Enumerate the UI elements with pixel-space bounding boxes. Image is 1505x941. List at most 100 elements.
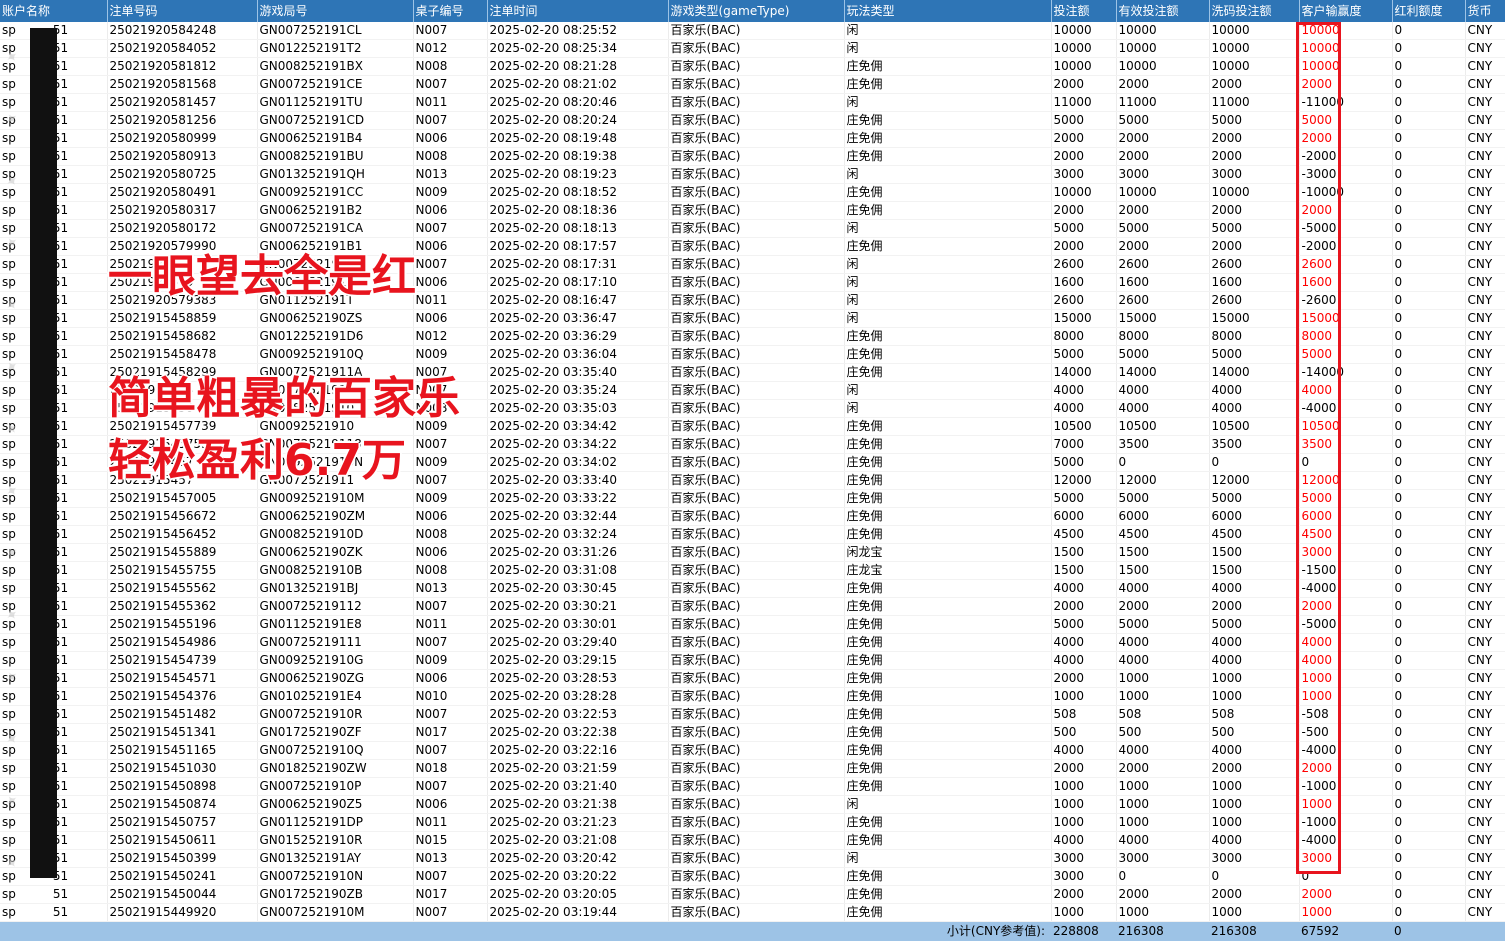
table-row[interactable]: sp5125021920581457GN011252191TUN0112025-… xyxy=(0,94,1505,112)
cell-table: N018 xyxy=(413,760,487,778)
cell-bet: 2000 xyxy=(1051,670,1116,688)
table-row[interactable]: sp5125021915450874GN006252190Z5N0062025-… xyxy=(0,796,1505,814)
table-row[interactable]: sp5125021915454376GN010252191E4N0102025-… xyxy=(0,688,1505,706)
cell-valid-bet: 14000 xyxy=(1116,364,1209,382)
table-row[interactable]: sp5125021915458859GN006252190ZSN0062025-… xyxy=(0,310,1505,328)
table-row[interactable]: sp5125021915456452GN0082521910DN0082025-… xyxy=(0,526,1505,544)
col-account[interactable]: 账户名称 xyxy=(0,0,107,22)
cell-play-type: 庄免佣 xyxy=(844,346,1051,364)
table-row[interactable]: sp5125021920580491GN009252191CCN0092025-… xyxy=(0,184,1505,202)
cell-bet: 14000 xyxy=(1051,364,1116,382)
table-row[interactable]: sp5125021920581256GN007252191CDN0072025-… xyxy=(0,112,1505,130)
cell-bet-no: 25021920584248 xyxy=(107,22,257,40)
cell-currency: CNY xyxy=(1465,796,1505,814)
cell-wash-bet: 0 xyxy=(1209,868,1299,886)
table-row[interactable]: sp5125021915458478GN0092521910QN0092025-… xyxy=(0,346,1505,364)
cell-round: GN012252191T2 xyxy=(257,40,413,58)
cell-game-type: 百家乐(BAC) xyxy=(668,76,844,94)
cell-bet: 11000 xyxy=(1051,94,1116,112)
table-row[interactable]: sp5125021915456672GN006252190ZMN0062025-… xyxy=(0,508,1505,526)
cell-currency: CNY xyxy=(1465,238,1505,256)
col-time[interactable]: 注单时间 xyxy=(487,0,668,22)
table-row[interactable]: sp5125021915450898GN0072521910PN0072025-… xyxy=(0,778,1505,796)
cell-table: N007 xyxy=(413,706,487,724)
table-row[interactable]: sp5125021915449920GN0072521910MN0072025-… xyxy=(0,904,1505,922)
cell-bonus: 0 xyxy=(1392,724,1465,742)
cell-currency: CNY xyxy=(1465,580,1505,598)
cell-valid-bet: 5000 xyxy=(1116,346,1209,364)
table-row[interactable]: sp5125021915451165GN0072521910QN0072025-… xyxy=(0,742,1505,760)
cell-game-type: 百家乐(BAC) xyxy=(668,202,844,220)
table-row[interactable]: sp5125021915450757GN011252191DPN0112025-… xyxy=(0,814,1505,832)
cell-table: N007 xyxy=(413,778,487,796)
cell-bonus: 0 xyxy=(1392,382,1465,400)
table-row[interactable]: sp5125021915451341GN017252190ZFN0172025-… xyxy=(0,724,1505,742)
account-prefix: sp xyxy=(2,833,16,847)
col-valid-bet[interactable]: 有效投注额 xyxy=(1116,0,1209,22)
cell-game-type: 百家乐(BAC) xyxy=(668,94,844,112)
table-row[interactable]: sp5125021915454739GN0092521910GN0092025-… xyxy=(0,652,1505,670)
col-table[interactable]: 桌子编号 xyxy=(413,0,487,22)
cell-valid-bet: 1000 xyxy=(1116,670,1209,688)
cell-time: 2025-02-20 03:35:24 xyxy=(487,382,668,400)
account-prefix: sp xyxy=(2,203,16,217)
cell-currency: CNY xyxy=(1465,472,1505,490)
table-row[interactable]: sp5125021915450611GN0152521910RN0152025-… xyxy=(0,832,1505,850)
cell-time: 2025-02-20 08:19:48 xyxy=(487,130,668,148)
cell-valid-bet: 5000 xyxy=(1116,616,1209,634)
cell-time: 2025-02-20 03:36:29 xyxy=(487,328,668,346)
col-round[interactable]: 游戏局号 xyxy=(257,0,413,22)
col-bonus[interactable]: 红利额度 xyxy=(1392,0,1465,22)
table-row[interactable]: sp5125021915455362GN00725219112N0072025-… xyxy=(0,598,1505,616)
table-row[interactable]: sp5125021915458682GN012252191D6N0122025-… xyxy=(0,328,1505,346)
col-bet-no[interactable]: 注单号码 xyxy=(107,0,257,22)
cell-bonus: 0 xyxy=(1392,94,1465,112)
cell-table: N007 xyxy=(413,112,487,130)
cell-currency: CNY xyxy=(1465,40,1505,58)
table-row[interactable]: sp5125021915455755GN0082521910BN0082025-… xyxy=(0,562,1505,580)
cell-table: N007 xyxy=(413,220,487,238)
table-row[interactable]: sp5125021915450241GN0072521910NN0072025-… xyxy=(0,868,1505,886)
cell-table: N007 xyxy=(413,22,487,40)
table-row[interactable]: sp5125021920581568GN007252191CEN0072025-… xyxy=(0,76,1505,94)
table-row[interactable]: sp5125021915455889GN006252190ZKN0062025-… xyxy=(0,544,1505,562)
cell-bonus: 0 xyxy=(1392,220,1465,238)
table-row[interactable]: sp5125021920580913GN008252191BUN0082025-… xyxy=(0,148,1505,166)
table-row[interactable]: sp5125021915454986GN00725219111N0072025-… xyxy=(0,634,1505,652)
cell-play-type: 庄免佣 xyxy=(844,742,1051,760)
cell-valid-bet: 10000 xyxy=(1116,58,1209,76)
cell-round: GN007252191CA xyxy=(257,220,413,238)
cell-bonus: 0 xyxy=(1392,148,1465,166)
cell-bonus: 0 xyxy=(1392,364,1465,382)
cell-time: 2025-02-20 03:21:59 xyxy=(487,760,668,778)
table-row[interactable]: sp5125021915454571GN006252190ZGN0062025-… xyxy=(0,670,1505,688)
overlay-caption-2: 简单粗暴的百家乐 xyxy=(108,362,460,426)
table-row[interactable]: sp5125021915451482GN0072521910RN0072025-… xyxy=(0,706,1505,724)
cell-valid-bet: 1600 xyxy=(1116,274,1209,292)
table-row[interactable]: sp5125021920580999GN006252191B4N0062025-… xyxy=(0,130,1505,148)
cell-round: GN0072521910P xyxy=(257,778,413,796)
table-row[interactable]: sp5125021920580317GN006252191B2N0062025-… xyxy=(0,202,1505,220)
table-row[interactable]: sp5125021915455562GN013252191BJN0132025-… xyxy=(0,580,1505,598)
table-row[interactable]: sp5125021915455196GN011252191E8N0112025-… xyxy=(0,616,1505,634)
table-row[interactable]: sp5125021920584248GN007252191CLN0072025-… xyxy=(0,22,1505,40)
table-row[interactable]: sp5125021920584052GN012252191T2N0122025-… xyxy=(0,40,1505,58)
table-row[interactable]: sp5125021920580725GN013252191QHN0132025-… xyxy=(0,166,1505,184)
table-row[interactable]: sp5125021915451030GN018252190ZWN0182025-… xyxy=(0,760,1505,778)
col-bet[interactable]: 投注额 xyxy=(1051,0,1116,22)
cell-bet: 1000 xyxy=(1051,814,1116,832)
table-row[interactable]: sp5125021915457005GN0092521910MN0092025-… xyxy=(0,490,1505,508)
table-row[interactable]: sp5125021920581812GN008252191BXN0082025-… xyxy=(0,58,1505,76)
col-game-type[interactable]: 游戏类型(gameType) xyxy=(668,0,844,22)
table-row[interactable]: sp5125021920580172GN007252191CAN0072025-… xyxy=(0,220,1505,238)
table-row[interactable]: sp5125021915450399GN013252191AYN0132025-… xyxy=(0,850,1505,868)
cell-wash-bet: 1500 xyxy=(1209,544,1299,562)
cell-play-type: 庄免佣 xyxy=(844,202,1051,220)
col-play-type[interactable]: 玩法类型 xyxy=(844,0,1051,22)
col-wash-bet[interactable]: 洗码投注额 xyxy=(1209,0,1299,22)
col-currency[interactable]: 货币 xyxy=(1465,0,1505,22)
cell-currency: CNY xyxy=(1465,94,1505,112)
cell-bet-no: 25021920581256 xyxy=(107,112,257,130)
col-winloss[interactable]: 客户输赢度 xyxy=(1299,0,1392,22)
cell-game-type: 百家乐(BAC) xyxy=(668,868,844,886)
